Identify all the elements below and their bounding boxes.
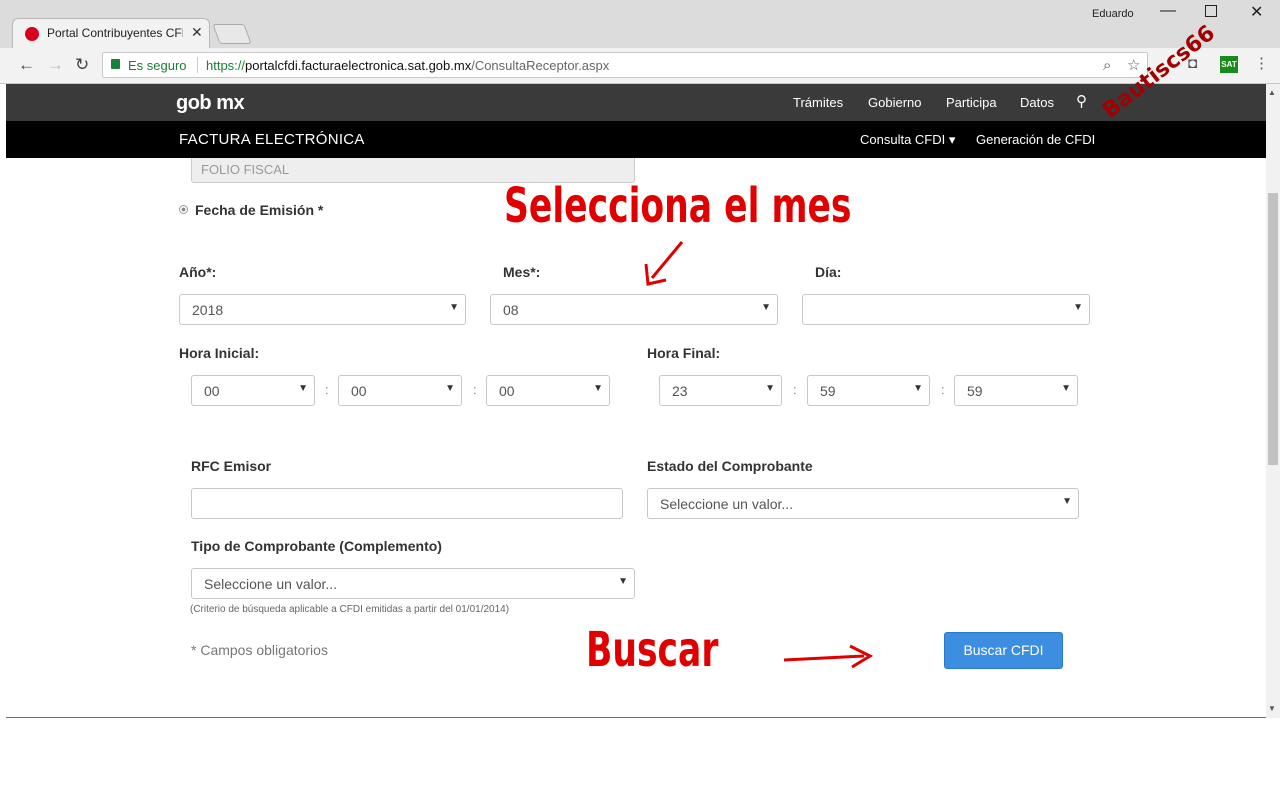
url-protocol: https://	[206, 58, 246, 73]
nav-tramites[interactable]: Trámites	[793, 95, 843, 110]
url-path: /ConsultaReceptor.aspx	[471, 58, 610, 73]
estado-label: Estado del Comprobante	[647, 458, 813, 474]
url-host: portalcfdi.facturaelectronica.sat.gob.mx	[245, 58, 472, 73]
chevron-down-icon: ▼	[1073, 302, 1083, 313]
menu-icon[interactable]: ⋮	[1254, 54, 1269, 72]
annotation-arrow-down-icon	[644, 241, 684, 286]
dia-label: Día:	[815, 264, 842, 280]
estado-value: Seleccione un valor...	[660, 496, 794, 512]
scroll-down-icon[interactable]: ▼	[1268, 704, 1276, 713]
hora-final-mm-select[interactable]: 59 ▼	[807, 375, 930, 406]
nav-participa[interactable]: Participa	[946, 95, 997, 110]
nav-generacion-cfdi[interactable]: Generación de CFDI	[976, 132, 1095, 147]
annotation-arrow-right-icon	[783, 644, 874, 669]
dia-select[interactable]: ▼	[802, 294, 1090, 325]
gob-navbar: gob mx Trámites Gobierno Participa Datos…	[6, 84, 1266, 121]
annotation-selecciona-mes: Selecciona el mes	[504, 178, 852, 234]
search-icon[interactable]: ⚲	[1076, 92, 1087, 110]
browser-titlebar: Portal Contribuyentes CFDI ✕ Eduardo — ✕	[0, 0, 1280, 48]
campos-obligatorios-note: * Campos obligatorios	[191, 642, 328, 658]
page-scrollbar[interactable]: ▲ ▼	[1266, 84, 1280, 718]
url-text[interactable]: https://portalcfdi.facturaelectronica.sa…	[206, 58, 609, 73]
hora-final-label: Hora Final:	[647, 345, 721, 361]
close-tab-icon[interactable]: ✕	[191, 24, 203, 41]
rfc-emisor-input[interactable]	[191, 488, 623, 519]
scroll-thumb[interactable]	[1268, 193, 1278, 465]
sat-extension-icon[interactable]: SAT	[1220, 56, 1238, 73]
mes-select[interactable]: 08 ▼	[490, 294, 778, 325]
hora-final-ss: 59	[967, 383, 983, 399]
fecha-label: Fecha de Emisión *	[195, 202, 324, 218]
address-separator	[197, 57, 198, 73]
chevron-down-icon: ▼	[449, 302, 459, 313]
nav-datos[interactable]: Datos	[1020, 95, 1054, 110]
browser-toolbar: ← → ↻ Es seguro https://portalcfdi.factu…	[0, 48, 1280, 84]
chevron-down-icon: ▼	[593, 383, 603, 394]
tipo-comprobante-select[interactable]: Seleccione un valor... ▼	[191, 568, 635, 599]
hora-inicial-hh-select[interactable]: 00 ▼	[191, 375, 315, 406]
criterio-note: (Criterio de búsqueda aplicable a CFDI e…	[190, 604, 510, 615]
favicon-icon	[25, 27, 39, 41]
hora-inicial-mm: 00	[351, 383, 367, 399]
hora-inicial-hh: 00	[204, 383, 220, 399]
tipo-value: Seleccione un valor...	[204, 576, 338, 592]
secure-label: Es seguro	[128, 58, 187, 73]
mes-value: 08	[503, 302, 519, 318]
factura-navbar: FACTURA ELECTRÓNICA Consulta CFDI ▾ Gene…	[6, 121, 1266, 158]
time-colon: :	[793, 382, 797, 397]
mes-label: Mes*:	[503, 264, 541, 280]
reload-icon[interactable]: ↻	[75, 55, 89, 75]
hora-final-mm: 59	[820, 383, 836, 399]
scroll-up-icon[interactable]: ▲	[1268, 88, 1276, 97]
anio-select[interactable]: 2018 ▼	[179, 294, 466, 325]
profile-name[interactable]: Eduardo	[1092, 8, 1134, 20]
chevron-down-icon: ▼	[1061, 383, 1071, 394]
back-icon[interactable]: ←	[18, 55, 35, 75]
gob-logo[interactable]: gob mx	[176, 92, 245, 115]
chevron-down-icon: ▼	[913, 383, 923, 394]
hora-inicial-label: Hora Inicial:	[179, 345, 260, 361]
folio-placeholder: FOLIO FISCAL	[201, 162, 290, 177]
hora-inicial-ss-select[interactable]: 00 ▼	[486, 375, 610, 406]
footer-divider	[6, 717, 1266, 718]
buscar-cfdi-button[interactable]: Buscar CFDI	[944, 632, 1063, 669]
address-bar[interactable]: Es seguro https://portalcfdi.facturaelec…	[102, 52, 1148, 78]
time-colon: :	[473, 382, 477, 397]
time-colon: :	[941, 382, 945, 397]
hora-final-ss-select[interactable]: 59 ▼	[954, 375, 1078, 406]
browser-tab[interactable]: Portal Contribuyentes CFDI ✕	[12, 18, 210, 48]
chevron-down-icon: ▼	[618, 576, 628, 587]
hora-final-hh: 23	[672, 383, 688, 399]
new-tab-button[interactable]	[212, 24, 252, 44]
chevron-down-icon: ▼	[445, 383, 455, 394]
zoom-icon[interactable]: ⌕	[1103, 57, 1111, 74]
rfc-emisor-label: RFC Emisor	[191, 458, 272, 474]
forward-icon[interactable]: →	[47, 55, 64, 75]
hora-final-hh-select[interactable]: 23 ▼	[659, 375, 782, 406]
chevron-down-icon: ▼	[298, 383, 308, 394]
estado-select[interactable]: Seleccione un valor... ▼	[647, 488, 1079, 519]
fecha-radio[interactable]	[179, 205, 188, 214]
nav-consulta-cfdi[interactable]: Consulta CFDI ▾	[860, 132, 955, 148]
minimize-icon[interactable]: —	[1160, 2, 1176, 20]
nav-gobierno[interactable]: Gobierno	[868, 95, 921, 110]
lock-icon	[111, 59, 120, 69]
hora-inicial-ss: 00	[499, 383, 515, 399]
anio-label: Año*:	[179, 264, 217, 280]
annotation-buscar: Buscar	[586, 622, 719, 678]
tipo-comprobante-label: Tipo de Comprobante (Complemento)	[191, 538, 442, 554]
chevron-down-icon: ▼	[1062, 496, 1072, 507]
close-window-icon[interactable]: ✕	[1250, 2, 1263, 22]
factura-title[interactable]: FACTURA ELECTRÓNICA	[179, 131, 365, 148]
anio-value: 2018	[192, 302, 224, 318]
chevron-down-icon: ▼	[761, 302, 771, 313]
hora-inicial-mm-select[interactable]: 00 ▼	[338, 375, 462, 406]
time-colon: :	[325, 382, 329, 397]
maximize-icon[interactable]	[1205, 5, 1217, 17]
chevron-down-icon: ▼	[765, 383, 775, 394]
tab-title: Portal Contribuyentes CFDI	[47, 26, 183, 40]
